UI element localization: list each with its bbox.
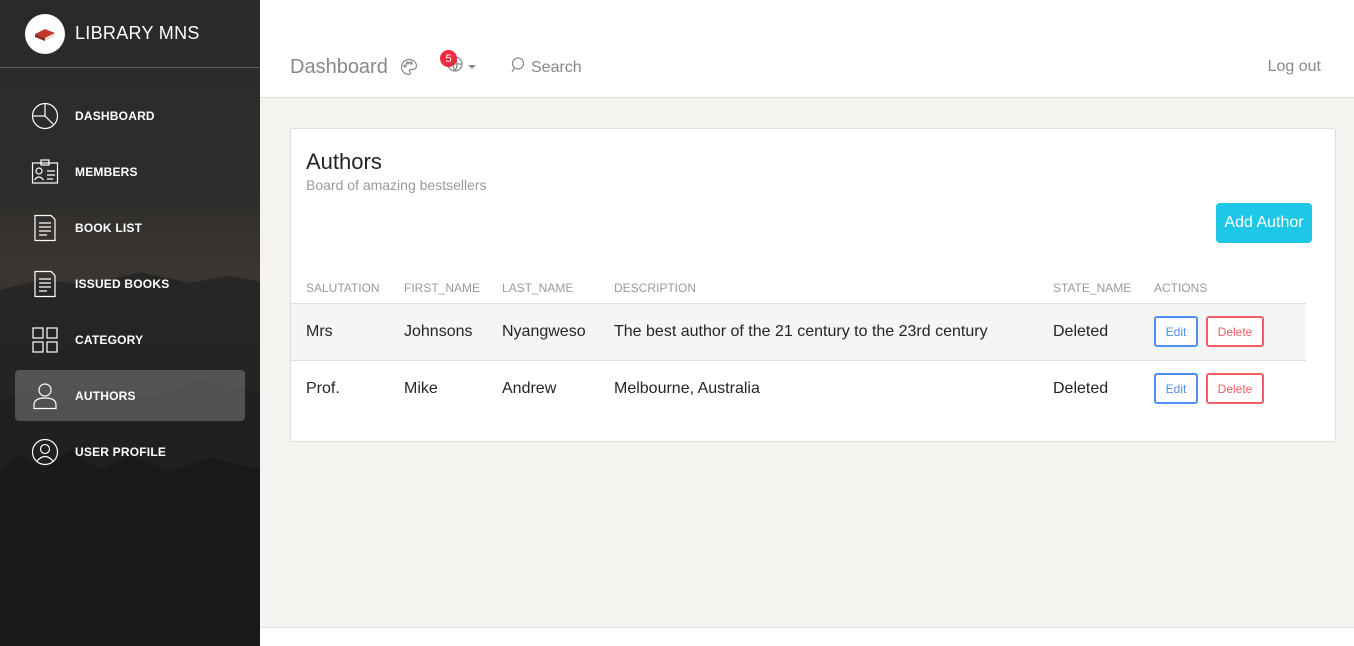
column-header-state-name: STATE_NAME bbox=[1053, 280, 1132, 295]
sidebar-item-label: AUTHORS bbox=[75, 388, 136, 403]
cell-last-name: Andrew bbox=[487, 359, 599, 417]
user-circle-icon bbox=[30, 437, 60, 467]
card-subtitle: Board of amazing bestsellers bbox=[306, 177, 487, 193]
sidebar: LIBRARY MNS DASHBOARD MEMBERS BOOK LIST … bbox=[0, 0, 260, 646]
sidebar-item-label: MEMBERS bbox=[75, 164, 138, 179]
delete-button[interactable]: Delete bbox=[1206, 316, 1264, 347]
sidebar-item-user-profile[interactable]: USER PROFILE bbox=[15, 426, 245, 477]
table-row: Mrs Johnsons Nyangweso The best author o… bbox=[291, 302, 1306, 360]
cell-state-name: Deleted bbox=[1038, 359, 1139, 417]
cell-first-name: Johnsons bbox=[389, 302, 487, 360]
id-card-icon bbox=[30, 157, 60, 187]
logout-link[interactable]: Log out bbox=[1268, 58, 1321, 76]
footer bbox=[260, 627, 1354, 646]
column-header-actions: ACTIONS bbox=[1154, 280, 1208, 295]
cell-actions: Edit Delete bbox=[1139, 302, 1306, 360]
palette-icon[interactable] bbox=[400, 58, 418, 81]
table-header-row: SALUTATION FIRST_NAME LAST_NAME DESCRIPT… bbox=[291, 273, 1306, 303]
grid-icon bbox=[30, 325, 60, 355]
cell-last-name: Nyangweso bbox=[487, 302, 599, 360]
cell-actions: Edit Delete bbox=[1139, 359, 1306, 417]
search-label: Search bbox=[531, 58, 582, 76]
edit-button[interactable]: Edit bbox=[1154, 373, 1198, 405]
brand-name: LIBRARY MNS bbox=[75, 23, 200, 43]
card-title: Authors bbox=[306, 149, 382, 174]
sidebar-item-book-list[interactable]: BOOK LIST bbox=[15, 202, 245, 253]
sidebar-item-label: BOOK LIST bbox=[75, 220, 143, 235]
delete-button[interactable]: Delete bbox=[1206, 373, 1264, 405]
sidebar-item-label: CATEGORY bbox=[75, 332, 144, 347]
add-author-button[interactable]: Add Author bbox=[1216, 203, 1312, 243]
document-icon bbox=[30, 213, 60, 243]
cell-first-name: Mike bbox=[389, 359, 487, 417]
column-header-first-name: FIRST_NAME bbox=[404, 280, 481, 295]
cell-state-name: Deleted bbox=[1038, 302, 1139, 360]
user-icon bbox=[30, 381, 60, 411]
sidebar-nav: DASHBOARD MEMBERS BOOK LIST ISSUED BOOKS… bbox=[0, 90, 260, 477]
column-header-description: DESCRIPTION bbox=[614, 280, 697, 295]
pie-chart-icon bbox=[30, 101, 60, 131]
sidebar-item-label: ISSUED BOOKS bbox=[75, 276, 170, 291]
top-navbar: Dashboard 5 Search Log out bbox=[260, 0, 1354, 98]
book-icon bbox=[25, 13, 65, 54]
cell-salutation: Mrs bbox=[291, 302, 389, 360]
column-header-salutation: SALUTATION bbox=[306, 280, 380, 295]
chevron-down-icon bbox=[468, 64, 476, 69]
edit-button[interactable]: Edit bbox=[1154, 316, 1198, 347]
sidebar-item-label: DASHBOARD bbox=[75, 108, 155, 123]
sidebar-item-authors[interactable]: AUTHORS bbox=[15, 370, 245, 421]
cell-description: Melbourne, Australia bbox=[599, 359, 1038, 417]
search-link[interactable]: Search bbox=[507, 57, 582, 78]
authors-table: SALUTATION FIRST_NAME LAST_NAME DESCRIPT… bbox=[291, 273, 1306, 417]
cell-description: The best author of the 21 century to the… bbox=[599, 302, 1038, 360]
table-row: Prof. Mike Andrew Melbourne, Australia D… bbox=[291, 359, 1306, 417]
search-icon bbox=[511, 57, 527, 78]
notification-badge: 5 bbox=[440, 50, 457, 67]
authors-card: Authors Board of amazing bestsellers Add… bbox=[290, 128, 1336, 442]
sidebar-item-members[interactable]: MEMBERS bbox=[15, 146, 245, 197]
sidebar-item-dashboard[interactable]: DASHBOARD bbox=[15, 90, 245, 141]
cell-salutation: Prof. bbox=[291, 359, 389, 417]
sidebar-item-issued-books[interactable]: ISSUED BOOKS bbox=[15, 258, 245, 309]
brand[interactable]: LIBRARY MNS bbox=[0, 0, 260, 68]
column-header-last-name: LAST_NAME bbox=[502, 280, 574, 295]
sidebar-item-category[interactable]: CATEGORY bbox=[15, 314, 245, 365]
page-title[interactable]: Dashboard bbox=[290, 56, 388, 79]
document-icon bbox=[30, 269, 60, 299]
sidebar-item-label: USER PROFILE bbox=[75, 444, 167, 459]
